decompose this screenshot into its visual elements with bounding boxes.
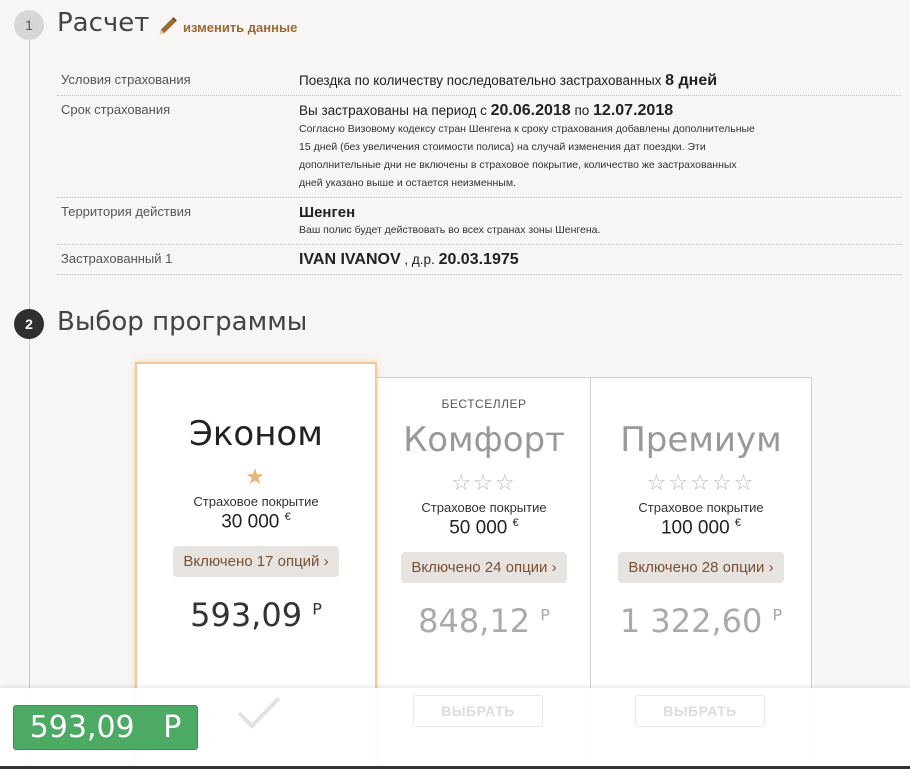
coverage-label: Страховое покрытие: [638, 500, 764, 515]
period-to: 12.07.2018: [593, 102, 674, 119]
period-mid: по: [574, 103, 590, 118]
options-button[interactable]: Включено 17 опций ›: [173, 546, 339, 578]
total-currency: Р: [163, 710, 182, 745]
coverage-value: 100 000: [660, 517, 730, 539]
rating-stars: ★: [137, 464, 375, 489]
pencil-icon: [157, 15, 179, 40]
insured-dob-label: , д.р.: [404, 252, 435, 267]
star-outline-icon: ☆: [494, 470, 517, 495]
select-premium-button[interactable]: ВЫБРАТЬ: [635, 695, 765, 727]
star-outline-icon: ☆: [451, 470, 474, 495]
coverage-value: 50 000: [449, 517, 508, 539]
conditions-label: Условия страхования: [61, 72, 191, 87]
territory-label: Территория действия: [61, 204, 192, 219]
total-amount: 593,09: [29, 710, 135, 745]
program-price: 1 322,60: [619, 602, 763, 641]
program-name: Комфорт: [403, 420, 565, 460]
step-title-program: Выбор программы: [57, 307, 308, 337]
badge-empty: [591, 397, 811, 412]
period-note: Согласно Визовому кодексу стран Шенгена …: [299, 123, 755, 189]
price-currency: Р: [540, 605, 550, 625]
star-outline-icon: ☆: [733, 470, 756, 495]
star-outline-icon: ☆: [711, 470, 734, 495]
coverage-currency: €: [512, 517, 519, 529]
program-price: 593,09: [190, 596, 303, 635]
coverage-currency: €: [284, 511, 291, 523]
coverage-currency: €: [734, 517, 742, 529]
total-price-button[interactable]: 593,09 Р: [13, 705, 198, 750]
bestseller-badge: БЕСТСЕЛЛЕР: [441, 397, 527, 411]
edit-data-link[interactable]: изменить данные: [157, 15, 297, 40]
program-price: 848,12: [418, 602, 531, 641]
program-name: Эконом: [189, 414, 323, 454]
coverage-label: Страховое покрытие: [421, 500, 547, 515]
period-prefix: Вы застрахованы на период с: [299, 103, 487, 118]
territory-note: Ваш полис будет действовать во всех стра…: [299, 224, 601, 236]
edit-data-label: изменить данные: [183, 20, 298, 35]
row-conditions: Условия страхования Поездка по количеств…: [57, 66, 901, 96]
star-outline-icon: ☆: [473, 470, 495, 495]
options-button[interactable]: Включено 24 опции ›: [401, 552, 567, 584]
sticky-total-bar: 593,09 Р ВЫБРАТЬ ВЫБРАТЬ: [0, 688, 910, 769]
insured-dob: 20.03.1975: [438, 251, 519, 268]
row-territory: Территория действия Шенген Ваш полис буд…: [57, 198, 901, 245]
step-title-calculation: Расчет: [57, 8, 150, 38]
check-icon: [237, 696, 281, 729]
rating-stars: ☆☆☆☆☆: [591, 470, 811, 495]
insured-name: IVAN IVANOV: [299, 251, 401, 268]
insured-label: Застрахованный 1: [61, 251, 173, 266]
insurance-details: Условия страхования Поездка по количеств…: [57, 66, 901, 275]
step-number-2: 2: [14, 309, 44, 339]
period-from: 20.06.2018: [490, 102, 571, 119]
step-number-1: 1: [14, 10, 44, 40]
row-period: Срок страхования Вы застрахованы на пери…: [57, 96, 901, 198]
coverage-label: Страховое покрытие: [193, 494, 319, 509]
program-name: Премиум: [620, 420, 782, 460]
price-currency: Р: [312, 599, 322, 619]
options-button[interactable]: Включено 28 опции ›: [618, 552, 784, 584]
timeline-line: [29, 40, 30, 769]
conditions-days: 8 дней: [665, 72, 718, 89]
star-outline-icon: ☆: [646, 470, 669, 495]
rating-stars: ☆☆☆: [377, 470, 591, 495]
conditions-text: Поездка по количеству последовательно за…: [299, 73, 662, 88]
period-label: Срок страхования: [61, 102, 171, 117]
star-filled-icon: ★: [245, 464, 267, 489]
territory-value: Шенген: [299, 204, 356, 221]
coverage-value: 30 000: [221, 511, 280, 533]
select-komfort-button[interactable]: ВЫБРАТЬ: [413, 695, 543, 727]
star-outline-icon: ☆: [690, 470, 712, 495]
star-outline-icon: ☆: [668, 470, 691, 495]
row-insured: Застрахованный 1 IVAN IVANOV , д.р. 20.0…: [57, 245, 901, 275]
price-currency: Р: [772, 605, 783, 625]
